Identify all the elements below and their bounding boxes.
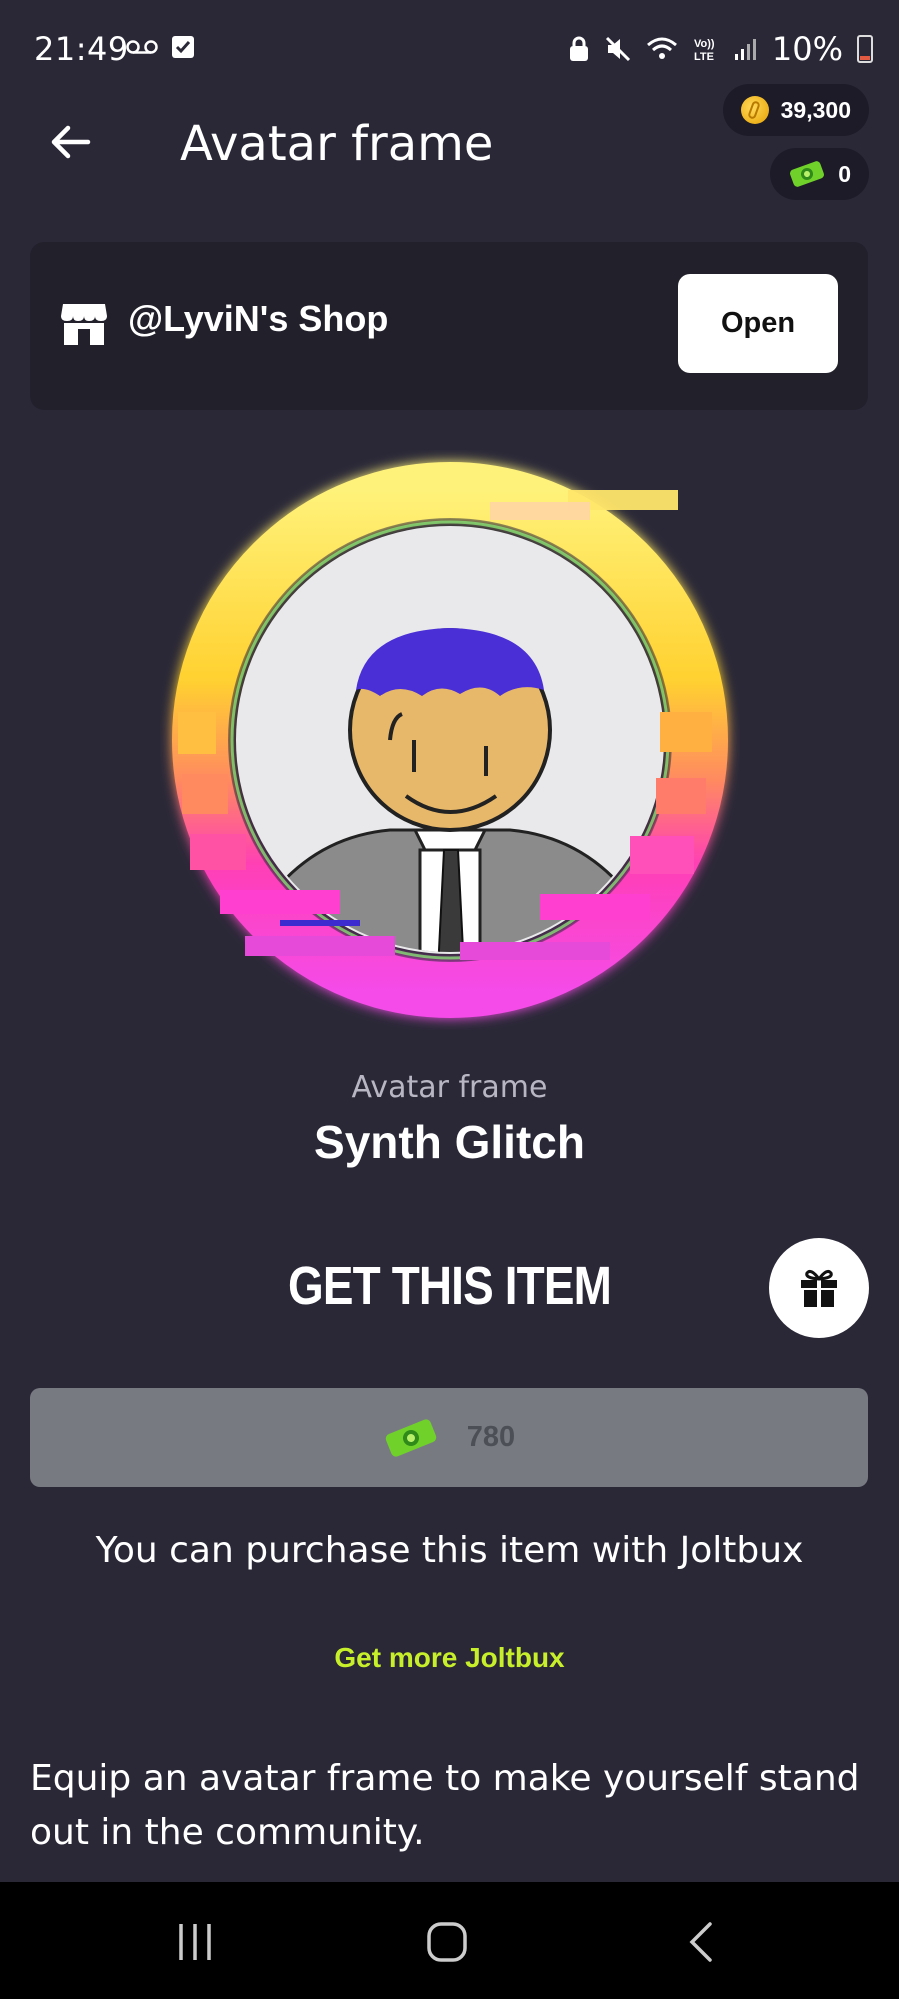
battery-icon: [857, 35, 873, 63]
back-nav-button[interactable]: [666, 1912, 736, 1972]
lock-icon: [569, 36, 588, 61]
joltbux-balance[interactable]: 0: [770, 148, 869, 200]
get-more-joltbux-link[interactable]: Get more Joltbux: [0, 1642, 899, 1674]
buy-with-joltbux-button[interactable]: 780: [30, 1388, 868, 1487]
gift-button[interactable]: [769, 1238, 869, 1338]
status-icons: Vo)) LTE 10%: [568, 30, 873, 68]
home-button[interactable]: [412, 1912, 482, 1972]
coins-balance[interactable]: 39,300: [722, 84, 869, 136]
open-shop-button[interactable]: Open: [678, 274, 838, 373]
volte-icon: Vo)) LTE: [694, 38, 715, 63]
page-title: Avatar frame: [180, 116, 494, 172]
recent-apps-button[interactable]: [160, 1912, 230, 1972]
joltbux-value: 0: [838, 160, 851, 187]
svg-text:LTE: LTE: [694, 51, 714, 63]
system-nav-bar: [0, 1882, 899, 1999]
get-item-heading: GET THIS ITEM: [287, 1256, 612, 1316]
coin-icon: [740, 96, 769, 124]
wifi-icon: [646, 37, 677, 59]
home-icon: [427, 1922, 467, 1962]
price-value: 780: [466, 1421, 516, 1453]
checkbox-icon: [172, 36, 194, 58]
avatar-frame-preview: [172, 462, 728, 1018]
mute-icon: [605, 36, 630, 62]
purchase-note: You can purchase this item with Joltbux: [95, 1530, 804, 1571]
status-time: 21:49: [34, 30, 129, 68]
signal-icon: [734, 39, 756, 60]
back-button[interactable]: [46, 118, 94, 166]
item-type-label: Avatar frame: [351, 1070, 548, 1105]
shop-name[interactable]: @LyviN's Shop: [128, 298, 388, 340]
joltbux-icon: [385, 1418, 437, 1457]
gift-icon: [801, 1270, 837, 1307]
store-icon: [61, 304, 107, 345]
svg-text:Vo)): Vo)): [694, 38, 715, 50]
coins-value: 39,300: [780, 96, 851, 123]
item-name: Synth Glitch: [314, 1116, 585, 1168]
voicemail-icon: [126, 40, 158, 54]
recent-apps-icon: [179, 1924, 211, 1960]
joltbux-icon: [790, 161, 825, 187]
battery-percent: 10%: [771, 30, 843, 68]
chevron-left-icon: [689, 1922, 712, 1962]
item-description: Equip an avatar frame to make yourself s…: [30, 1758, 860, 1853]
